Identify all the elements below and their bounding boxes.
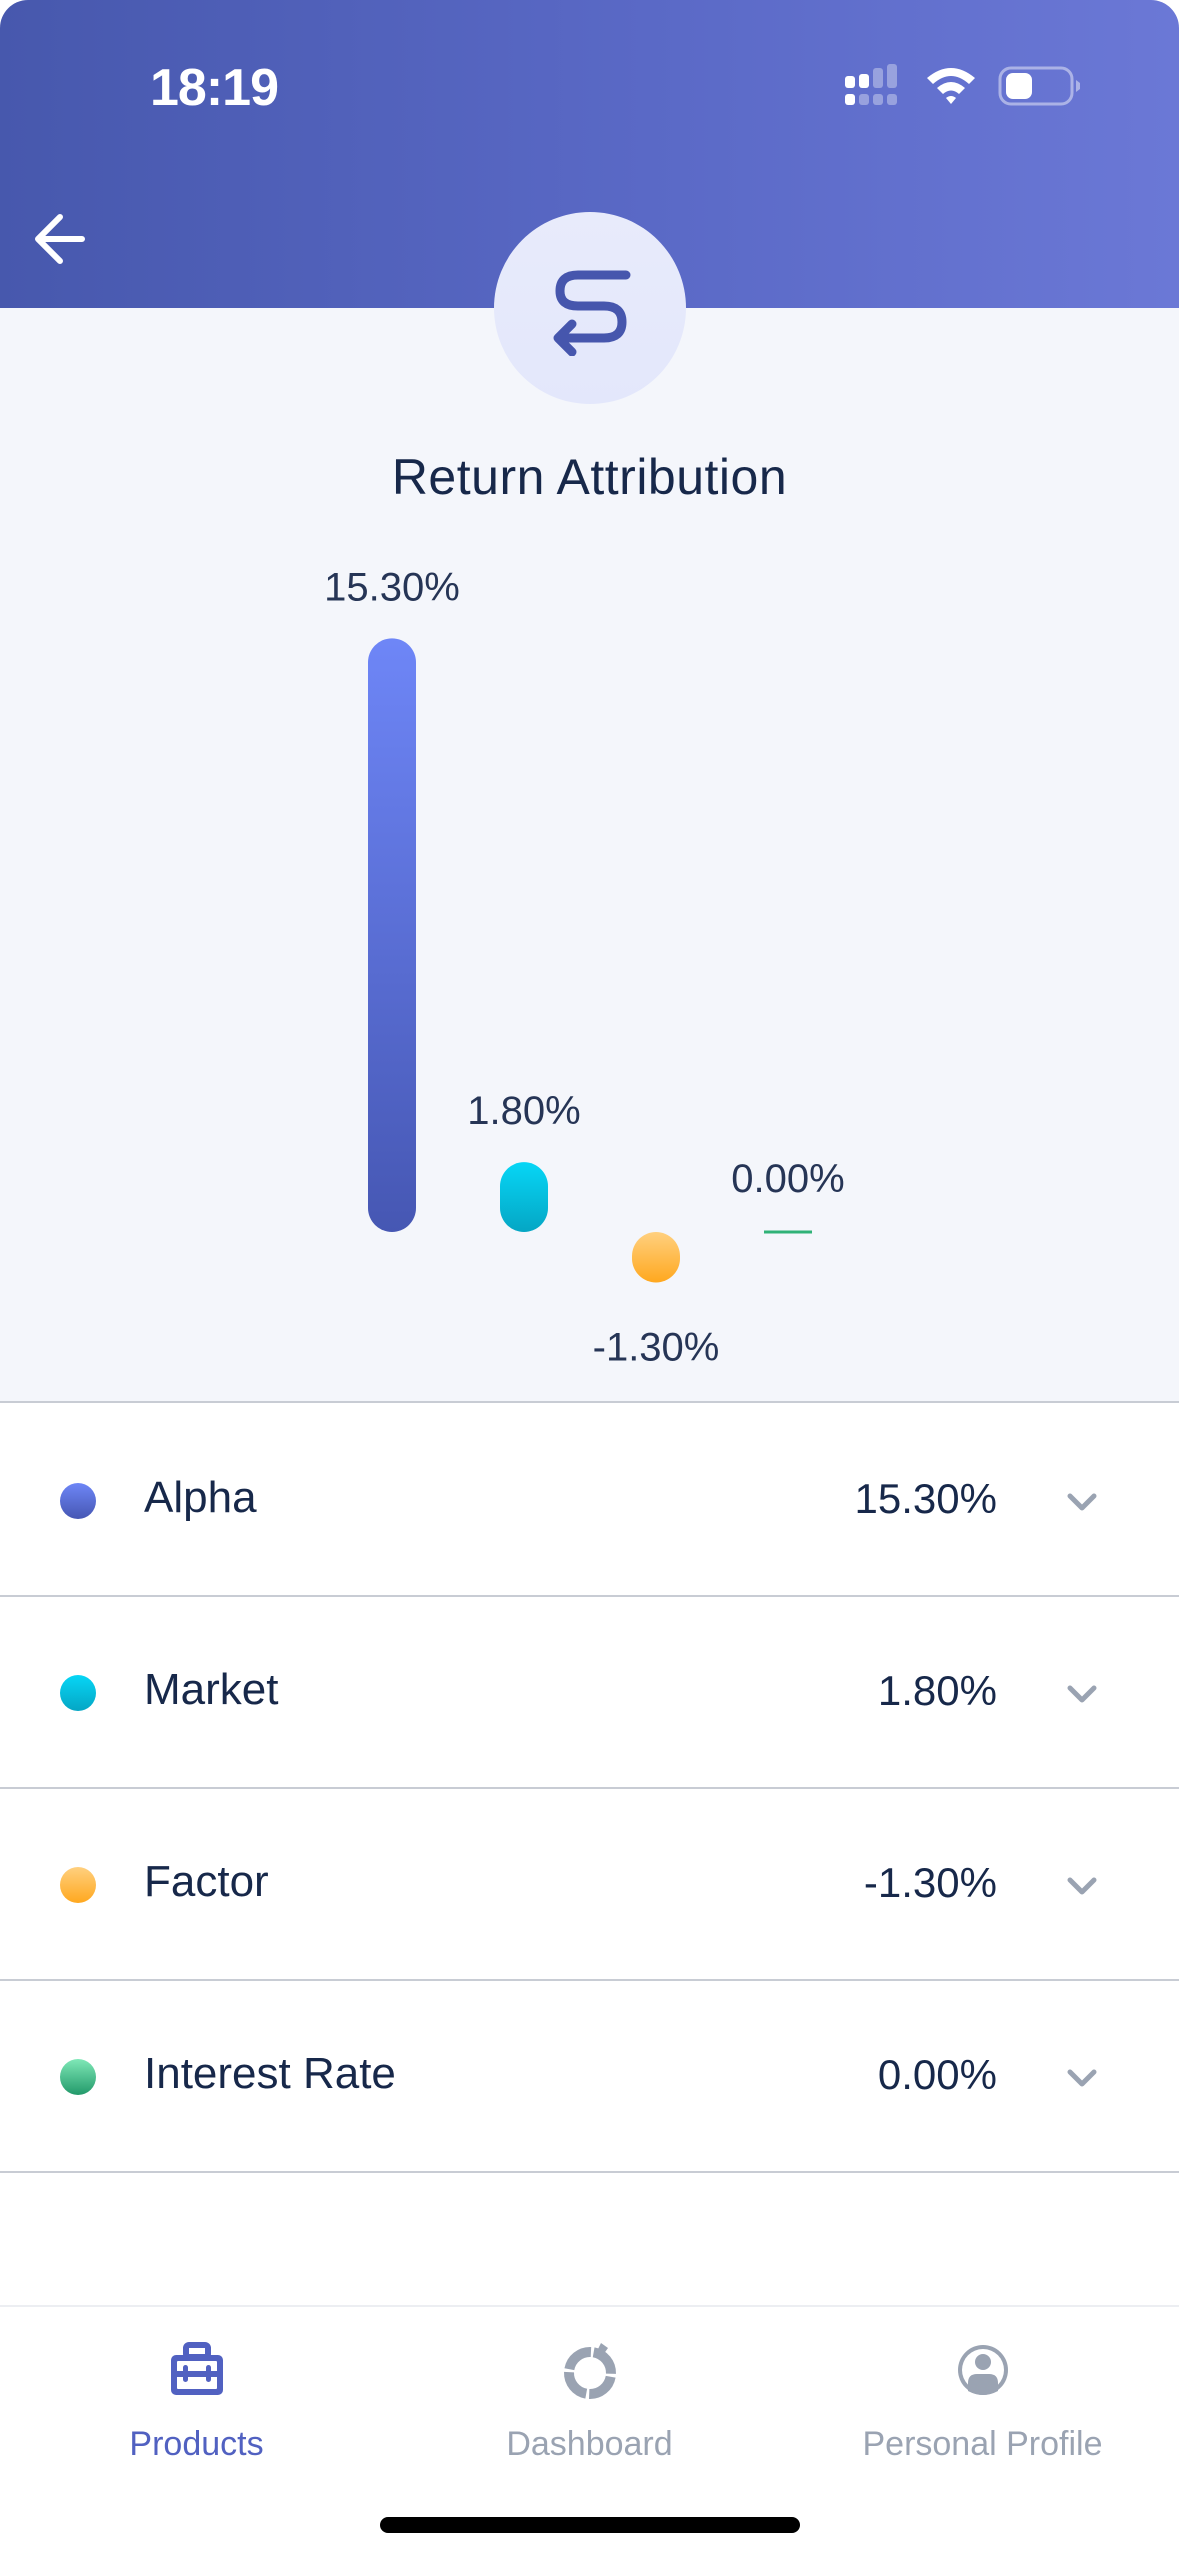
chevron-down-icon[interactable] — [1062, 2063, 1102, 2093]
list-item-factor[interactable]: Factor -1.30% — [0, 1789, 1179, 1981]
bar-value-label-alpha: 15.30% — [324, 565, 460, 609]
briefcase-icon — [170, 2342, 223, 2395]
attribution-list: Alpha 15.30% Market 1.80% Factor -1.30% … — [0, 1405, 1179, 2173]
legend-dot — [60, 1675, 96, 1711]
attribution-bar-chart: 15.30% 1.80% -1.30% 0.00% — [324, 565, 845, 1369]
legend-dot — [60, 1867, 96, 1903]
tab-label: Dashboard — [506, 2425, 673, 2463]
list-item-label: Market — [144, 1665, 279, 1714]
chevron-down-icon[interactable] — [1062, 1871, 1102, 1901]
return-route-icon — [553, 270, 631, 356]
page-title: Return Attribution — [391, 449, 788, 505]
list-item-label: Interest Rate — [144, 2049, 396, 2098]
bar-alpha — [368, 638, 416, 1232]
list-item-label: Alpha — [144, 1473, 257, 1522]
bar-interest-rate — [764, 1230, 812, 1234]
legend-dot — [60, 1483, 96, 1519]
bar-value-label-market: 1.80% — [467, 1089, 580, 1133]
donut-chart-icon — [563, 2343, 616, 2399]
list-item-alpha[interactable]: Alpha 15.30% — [0, 1405, 1179, 1597]
list-item-interest-rate[interactable]: Interest Rate 0.00% — [0, 1981, 1179, 2173]
tab-dashboard[interactable]: Dashboard — [393, 2307, 786, 2477]
list-item-market[interactable]: Market 1.80% — [0, 1597, 1179, 1789]
list-item-value: 0.00% — [877, 2051, 997, 2098]
list-item-value: 1.80% — [877, 1667, 997, 1714]
tab-personal-profile[interactable]: Personal Profile — [786, 2307, 1179, 2477]
chevron-down-icon[interactable] — [1062, 1679, 1102, 1709]
tab-label: Personal Profile — [862, 2425, 1103, 2463]
chevron-down-icon[interactable] — [1062, 1487, 1102, 1517]
bar-market — [500, 1162, 548, 1232]
hero-badge — [494, 212, 686, 404]
list-item-value: 15.30% — [854, 1475, 997, 1522]
tab-label: Products — [129, 2425, 264, 2463]
user-circle-icon — [957, 2345, 1008, 2395]
bar-factor — [632, 1232, 680, 1283]
tab-products[interactable]: Products — [0, 2307, 393, 2477]
bar-value-label-interest-rate: 0.00% — [731, 1157, 844, 1201]
bar-value-label-factor: -1.30% — [593, 1325, 720, 1369]
list-item-label: Factor — [144, 1857, 269, 1906]
legend-dot — [60, 2059, 96, 2095]
list-item-value: -1.30% — [863, 1859, 997, 1906]
home-indicator[interactable] — [380, 2517, 800, 2533]
